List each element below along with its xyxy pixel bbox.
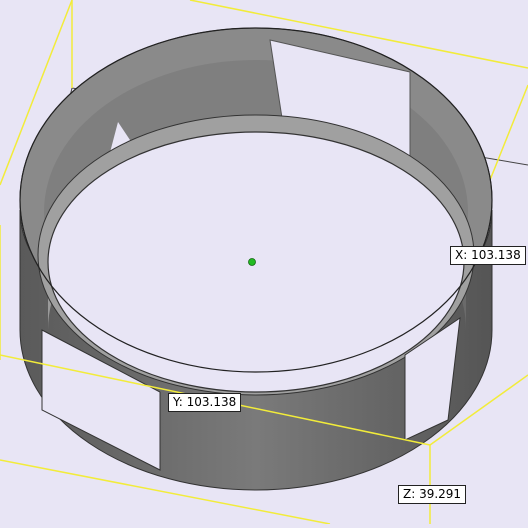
origin-marker-icon <box>248 258 256 266</box>
3d-viewport[interactable]: X: 103.138 Y: 103.138 Z: 39.291 <box>0 0 528 525</box>
dimension-y-label: Y: 103.138 <box>168 393 242 412</box>
dimension-x-label: X: 103.138 <box>450 246 526 265</box>
dimension-z-label: Z: 39.291 <box>398 485 467 504</box>
scene-svg <box>0 0 528 525</box>
ring-model <box>19 27 493 491</box>
